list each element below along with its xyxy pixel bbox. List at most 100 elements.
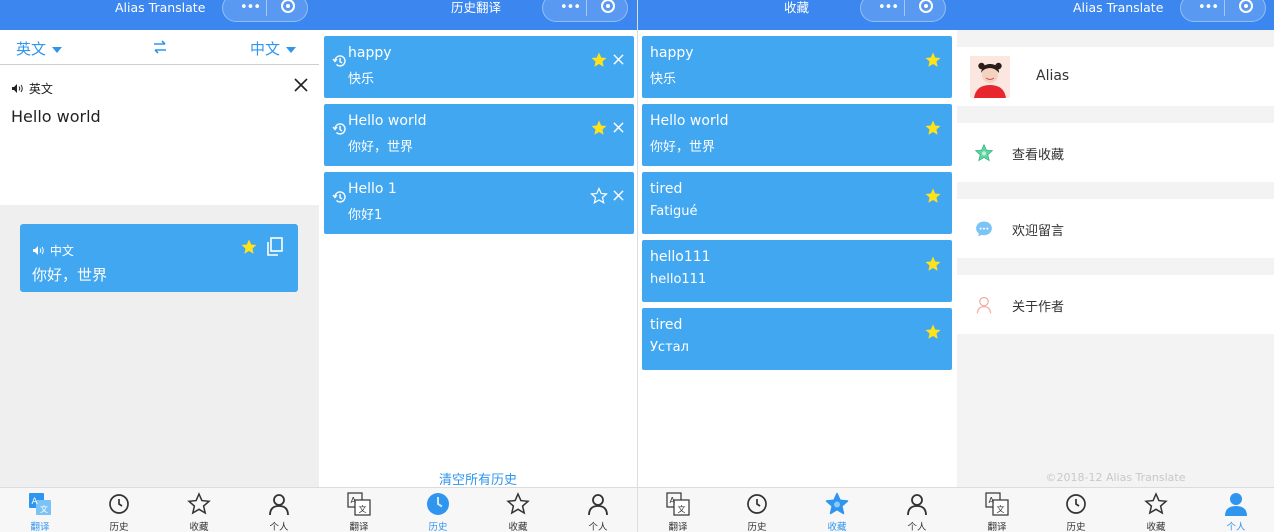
- result-label[interactable]: 中文: [32, 242, 74, 259]
- more-icon[interactable]: •••: [553, 0, 587, 21]
- more-icon[interactable]: •••: [871, 0, 905, 21]
- close-app-icon[interactable]: [1239, 0, 1253, 13]
- translate-icon: A 文: [666, 492, 690, 516]
- favorite-translation: Устал: [650, 340, 689, 355]
- favorite-item[interactable]: happy 快乐: [642, 36, 952, 98]
- favorite-item[interactable]: Hello world 你好，世界: [642, 104, 952, 166]
- svg-text:A: A: [989, 496, 995, 505]
- tab-favorites[interactable]: 收藏: [478, 488, 558, 532]
- star-filled-icon[interactable]: [240, 238, 258, 256]
- favorite-translation: Fatigué: [650, 204, 698, 219]
- tab-history[interactable]: 历史: [717, 488, 797, 532]
- history-item[interactable]: Hello 1 你好1: [324, 172, 634, 234]
- delete-icon[interactable]: [613, 122, 624, 133]
- target-language-select[interactable]: 中文: [250, 38, 297, 59]
- favorite-item[interactable]: tired Fatigué: [642, 172, 952, 234]
- star-filled-icon[interactable]: [924, 119, 942, 137]
- tab-history[interactable]: 历史: [79, 488, 159, 532]
- star-outline-icon: [974, 143, 994, 162]
- source-text-input[interactable]: Hello world: [11, 107, 101, 126]
- copyright-footer: ©2018-12 Alias Translate: [1045, 471, 1186, 484]
- more-icon[interactable]: •••: [233, 0, 267, 21]
- tab-history[interactable]: 历史: [1036, 488, 1116, 532]
- speaker-icon[interactable]: [11, 83, 25, 94]
- title-bar: 收藏 •••: [638, 0, 957, 30]
- clear-history-link[interactable]: 清空所有历史: [319, 469, 637, 488]
- star-filled-icon[interactable]: [924, 323, 942, 341]
- favorite-word: tired: [650, 181, 683, 197]
- history-translation: 你好，世界: [348, 140, 414, 155]
- tab-translate[interactable]: A 文 翻译: [957, 488, 1037, 532]
- star-icon: [506, 492, 530, 515]
- delete-icon[interactable]: [613, 54, 624, 65]
- clock-icon: [109, 494, 129, 514]
- result-area: 中文 你好，世界: [0, 205, 319, 487]
- menu-item-feedback[interactable]: 欢迎留言: [957, 199, 1274, 258]
- more-icon[interactable]: •••: [1191, 0, 1225, 21]
- translate-icon: A 文: [29, 493, 51, 515]
- person-icon: [907, 494, 927, 516]
- svg-text:文: 文: [997, 504, 1005, 514]
- favorite-item[interactable]: tired Устал: [642, 308, 952, 370]
- translate-icon: A 文: [985, 492, 1009, 516]
- source-label[interactable]: 英文: [11, 80, 53, 97]
- clock-icon: [1066, 494, 1086, 514]
- mini-program-capsule[interactable]: •••: [222, 0, 308, 22]
- favorite-item[interactable]: hello111 hello111: [642, 240, 952, 302]
- tab-history[interactable]: 历史: [398, 488, 478, 532]
- menu-item-about-author[interactable]: 关于作者: [957, 275, 1274, 334]
- person-icon: [1225, 493, 1247, 516]
- swap-icon[interactable]: [151, 39, 169, 55]
- title-bar: 历史翻译 •••: [319, 0, 637, 30]
- language-bar: 英文 中文: [0, 30, 319, 65]
- mini-program-capsule[interactable]: •••: [860, 0, 946, 22]
- svg-text:文: 文: [359, 504, 367, 514]
- person-icon: [269, 494, 289, 516]
- close-app-icon[interactable]: [919, 0, 933, 13]
- tab-profile[interactable]: 个人: [558, 488, 637, 532]
- history-screen: 历史翻译 ••• happy 快乐 Hello world 你好，世界 Hell…: [319, 0, 637, 532]
- copy-icon[interactable]: [266, 237, 284, 257]
- svg-text:A: A: [670, 496, 676, 505]
- tab-translate[interactable]: A 文 翻译: [0, 488, 80, 532]
- tab-profile[interactable]: 个人: [877, 488, 957, 532]
- tab-bar: A 文 翻译 历史 收藏 个人: [638, 487, 957, 532]
- source-language-select[interactable]: 英文: [16, 38, 63, 59]
- history-item[interactable]: happy 快乐: [324, 36, 634, 98]
- svg-text:A: A: [351, 496, 357, 505]
- page-title: 收藏: [784, 0, 810, 15]
- star-filled-icon[interactable]: [590, 119, 608, 137]
- tab-profile[interactable]: 个人: [1196, 488, 1274, 532]
- star-filled-icon[interactable]: [590, 51, 608, 69]
- tab-translate[interactable]: A 文 翻译: [319, 488, 399, 532]
- tab-favorites[interactable]: 收藏: [797, 488, 877, 532]
- message-icon: [976, 221, 992, 237]
- close-app-icon[interactable]: [601, 0, 615, 13]
- history-translation: 快乐: [348, 72, 375, 87]
- source-input-area[interactable]: 英文 Hello world: [0, 65, 319, 205]
- favorite-word: hello111: [650, 249, 711, 265]
- delete-icon[interactable]: [613, 190, 624, 201]
- star-icon: [825, 492, 849, 515]
- user-info-row[interactable]: Alias: [957, 47, 1274, 106]
- svg-text:A: A: [32, 497, 39, 507]
- tab-profile[interactable]: 个人: [239, 488, 319, 532]
- tab-favorites[interactable]: 收藏: [159, 488, 239, 532]
- star-filled-icon[interactable]: [924, 255, 942, 273]
- mini-program-capsule[interactable]: •••: [542, 0, 628, 22]
- mini-program-capsule[interactable]: •••: [1180, 0, 1266, 22]
- close-app-icon[interactable]: [281, 0, 295, 13]
- tab-favorites[interactable]: 收藏: [1116, 488, 1196, 532]
- star-filled-icon[interactable]: [924, 51, 942, 69]
- speaker-icon[interactable]: [32, 245, 46, 256]
- clear-input-icon[interactable]: [293, 77, 309, 93]
- star-filled-icon[interactable]: [924, 187, 942, 205]
- star-outline-icon[interactable]: [590, 187, 608, 205]
- history-icon: [332, 55, 346, 67]
- menu-item-favorites[interactable]: 查看收藏: [957, 123, 1274, 182]
- translate-icon: A 文: [347, 492, 371, 516]
- history-item[interactable]: Hello world 你好，世界: [324, 104, 634, 166]
- star-icon: [1144, 492, 1168, 515]
- tab-translate[interactable]: A 文 翻译: [638, 488, 718, 532]
- avatar[interactable]: [970, 56, 1010, 98]
